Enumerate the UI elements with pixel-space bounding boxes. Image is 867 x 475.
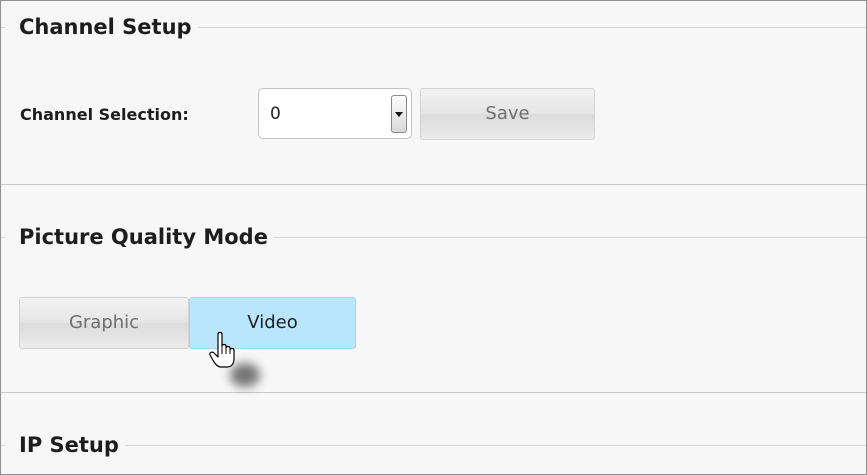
channel-setup-legend: Channel Setup [1, 13, 866, 43]
channel-setup-title: Channel Setup [5, 13, 198, 41]
ip-setup-section: IP Setup [1, 393, 866, 474]
graphic-mode-button[interactable]: Graphic [19, 297, 189, 349]
channel-selection-label: Channel Selection: [20, 105, 189, 124]
ip-setup-legend: IP Setup [1, 431, 866, 461]
channel-setup-section: Channel Setup Channel Selection: 0 Save [1, 1, 866, 184]
legend-line [1, 445, 866, 446]
picture-quality-legend: Picture Quality Mode [1, 223, 866, 253]
chevron-down-icon[interactable] [391, 95, 407, 133]
save-button[interactable]: Save [420, 88, 595, 140]
channel-select[interactable]: 0 [258, 88, 412, 139]
ip-setup-title: IP Setup [5, 431, 125, 459]
picture-quality-section: Picture Quality Mode Graphic Video [1, 185, 866, 392]
picture-quality-title: Picture Quality Mode [5, 223, 274, 251]
settings-panel: Channel Setup Channel Selection: 0 Save … [0, 0, 867, 475]
hand-pointer-cursor-icon [209, 331, 260, 387]
channel-select-value: 0 [270, 104, 281, 124]
